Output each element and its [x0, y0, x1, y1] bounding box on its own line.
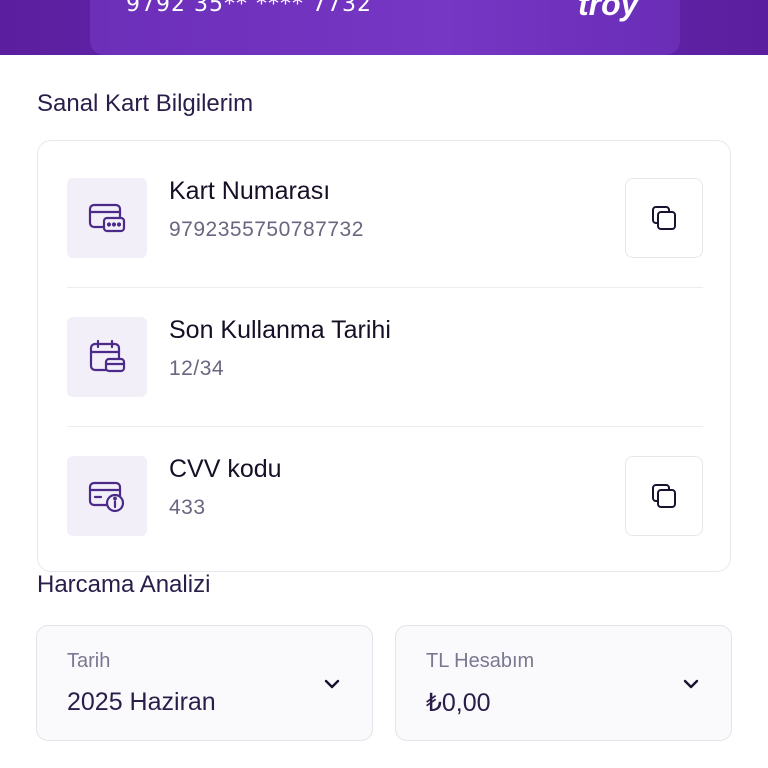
- card-calendar-icon: [67, 317, 147, 397]
- date-select-value: 2025 Haziran: [67, 688, 216, 716]
- date-select[interactable]: Tarih 2025 Haziran: [36, 625, 373, 741]
- virtual-card-info-panel: Kart Numarası 9792355750787732 Son Kulla…: [37, 140, 731, 572]
- expiry-label: Son Kullanma Tarihi: [169, 316, 391, 344]
- copy-cvv-button[interactable]: [625, 456, 703, 536]
- expiry-row: Son Kullanma Tarihi 12/34: [38, 280, 732, 419]
- card-icon: [67, 178, 147, 258]
- date-select-label: Tarih: [67, 650, 111, 672]
- cvv-row: CVV kodu 433: [38, 419, 732, 558]
- virtual-card-section-title: Sanal Kart Bilgilerim: [37, 90, 254, 117]
- cvv-label: CVV kodu: [169, 455, 282, 483]
- account-select-value: ₺0,00: [426, 689, 491, 717]
- chevron-down-icon: [324, 679, 340, 689]
- card-number-value: 9792355750787732: [169, 218, 364, 241]
- card-masked-number: 9792 35** **** 7732: [126, 0, 372, 17]
- card-info-icon: [67, 456, 147, 536]
- copy-card-number-button[interactable]: [625, 178, 703, 258]
- chevron-down-icon: [683, 679, 699, 689]
- cvv-value: 433: [169, 496, 206, 519]
- card-brand-logo: troy: [578, 0, 639, 22]
- card-number-row: Kart Numarası 9792355750787732: [38, 141, 732, 280]
- copy-icon: [652, 484, 676, 508]
- copy-icon: [652, 206, 676, 230]
- account-select[interactable]: TL Hesabım ₺0,00: [395, 625, 732, 741]
- expiry-value: 12/34: [169, 357, 225, 380]
- virtual-card-banner: 9792 35** **** 7732 troy: [0, 0, 768, 55]
- spending-analysis-section-title: Harcama Analizi: [37, 571, 211, 598]
- card-number-label: Kart Numarası: [169, 177, 331, 205]
- account-select-label: TL Hesabım: [426, 650, 535, 672]
